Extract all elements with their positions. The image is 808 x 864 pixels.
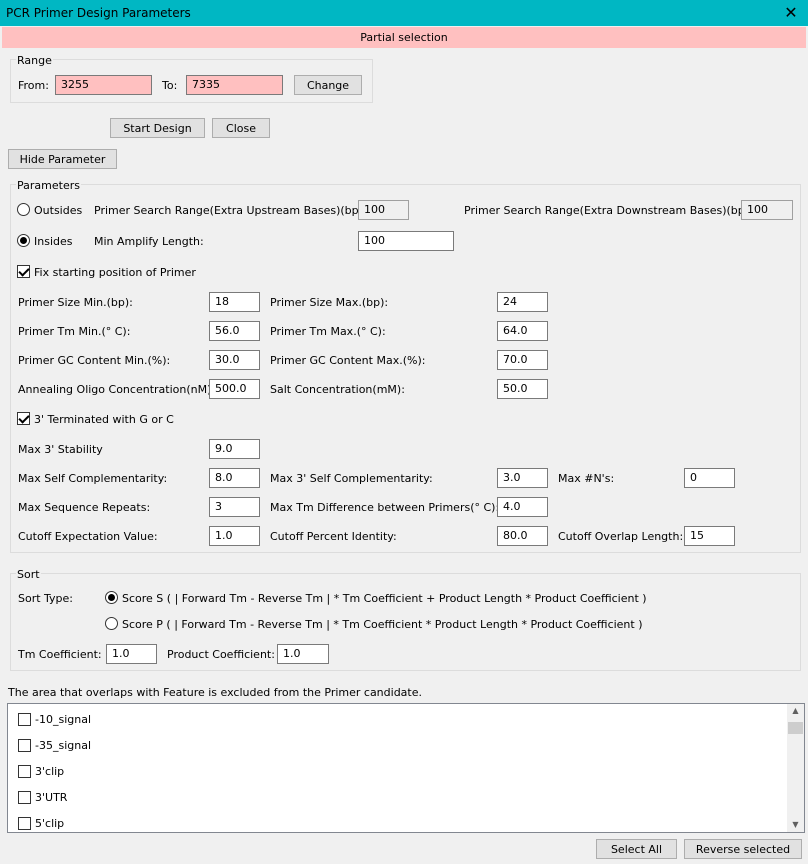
seq-repeats-label: Max Sequence Repeats: bbox=[18, 501, 151, 514]
feature-checkbox[interactable] bbox=[18, 739, 31, 752]
gc-min-input[interactable]: 30.0 bbox=[209, 350, 260, 370]
score-p-radio[interactable] bbox=[105, 617, 118, 630]
feature-checkbox[interactable] bbox=[18, 791, 31, 804]
start-design-button[interactable]: Start Design bbox=[110, 118, 205, 138]
max-n-label: Max #N's: bbox=[558, 472, 615, 485]
tm-min-input[interactable]: 56.0 bbox=[209, 321, 260, 341]
oligo-conc-label: Annealing Oligo Concentration(nM): bbox=[18, 383, 216, 396]
tm-coefficient-label: Tm Coefficient: bbox=[18, 648, 102, 661]
size-min-input[interactable]: 18 bbox=[209, 292, 260, 312]
close-icon[interactable]: ✕ bbox=[774, 0, 808, 26]
score-p-label: Score P ( | Forward Tm - Reverse Tm | * … bbox=[122, 618, 643, 631]
cutoff-pct-input[interactable]: 80.0 bbox=[497, 526, 548, 546]
oligo-conc-input[interactable]: 500.0 bbox=[209, 379, 260, 399]
change-button[interactable]: Change bbox=[294, 75, 362, 95]
feature-checkbox[interactable] bbox=[18, 713, 31, 726]
score-s-label: Score S ( | Forward Tm - Reverse Tm | * … bbox=[122, 592, 647, 605]
feature-checkbox[interactable] bbox=[18, 817, 31, 830]
self-comp-label: Max Self Complementarity: bbox=[18, 472, 168, 485]
salt-conc-label: Salt Concentration(mM): bbox=[270, 383, 405, 396]
gc-max-input[interactable]: 70.0 bbox=[497, 350, 548, 370]
to-label: To: bbox=[162, 79, 178, 92]
gc-max-label: Primer GC Content Max.(%): bbox=[270, 354, 426, 367]
salt-conc-input[interactable]: 50.0 bbox=[497, 379, 548, 399]
outsides-radio[interactable] bbox=[17, 203, 30, 216]
parameters-group-label: Parameters bbox=[16, 179, 81, 192]
sort-group-label: Sort bbox=[16, 568, 41, 581]
scroll-down-icon[interactable]: ▼ bbox=[787, 818, 804, 832]
feature-label: 5'clip bbox=[35, 817, 65, 830]
cutoff-overlap-input[interactable]: 15 bbox=[684, 526, 735, 546]
fix-start-checkbox[interactable] bbox=[17, 265, 30, 278]
cutoff-exp-label: Cutoff Expectation Value: bbox=[18, 530, 158, 543]
self-comp3-label: Max 3' Self Complementarity: bbox=[270, 472, 433, 485]
feature-list-scrollbar[interactable]: ▲ ▼ bbox=[787, 704, 804, 832]
selection-banner: Partial selection bbox=[2, 27, 806, 48]
tm-diff-label: Max Tm Difference between Primers(° C): bbox=[270, 501, 500, 514]
outsides-label: Outsides bbox=[34, 204, 83, 217]
tm-max-label: Primer Tm Max.(° C): bbox=[270, 325, 386, 338]
hide-parameter-button[interactable]: Hide Parameter bbox=[8, 149, 117, 169]
min-amplify-input[interactable]: 100 bbox=[358, 231, 454, 251]
sort-type-label: Sort Type: bbox=[18, 592, 74, 605]
feature-list[interactable]: ▲ ▼ -10_signal -35_signal 3'clip 3'UTR 5'cli… bbox=[7, 703, 805, 833]
window-title: PCR Primer Design Parameters bbox=[6, 6, 191, 20]
min-amplify-label: Min Amplify Length: bbox=[94, 235, 204, 248]
tm-diff-input[interactable]: 4.0 bbox=[497, 497, 548, 517]
insides-radio[interactable] bbox=[17, 234, 30, 247]
upstream-label: Primer Search Range(Extra Upstream Bases… bbox=[94, 204, 367, 217]
product-coefficient-input[interactable]: 1.0 bbox=[277, 644, 329, 664]
product-coefficient-label: Product Coefficient: bbox=[167, 648, 275, 661]
max-n-input[interactable]: 0 bbox=[684, 468, 735, 488]
tm-max-input[interactable]: 64.0 bbox=[497, 321, 548, 341]
title-bar: PCR Primer Design Parameters ✕ bbox=[0, 0, 808, 26]
self-comp3-input[interactable]: 3.0 bbox=[497, 468, 548, 488]
size-max-label: Primer Size Max.(bp): bbox=[270, 296, 389, 309]
from-label: From: bbox=[18, 79, 49, 92]
term-gc-label: 3' Terminated with G or C bbox=[34, 413, 174, 426]
scroll-up-icon[interactable]: ▲ bbox=[787, 704, 804, 718]
insides-label: Insides bbox=[34, 235, 73, 248]
feature-checkbox[interactable] bbox=[18, 765, 31, 778]
gc-min-label: Primer GC Content Min.(%): bbox=[18, 354, 171, 367]
seq-repeats-input[interactable]: 3 bbox=[209, 497, 260, 517]
size-max-input[interactable]: 24 bbox=[497, 292, 548, 312]
feature-note: The area that overlaps with Feature is e… bbox=[8, 686, 422, 699]
scroll-thumb[interactable] bbox=[788, 722, 803, 734]
feature-label: 3'UTR bbox=[35, 791, 68, 804]
range-group-label: Range bbox=[16, 54, 53, 67]
size-min-label: Primer Size Min.(bp): bbox=[18, 296, 133, 309]
to-input[interactable]: 7335 bbox=[186, 75, 283, 95]
cutoff-pct-label: Cutoff Percent Identity: bbox=[270, 530, 397, 543]
cutoff-exp-input[interactable]: 1.0 bbox=[209, 526, 260, 546]
reverse-selected-button[interactable]: Reverse selected bbox=[684, 839, 802, 859]
select-all-button[interactable]: Select All bbox=[596, 839, 677, 859]
downstream-input[interactable]: 100 bbox=[741, 200, 793, 220]
max3-stability-input[interactable]: 9.0 bbox=[209, 439, 260, 459]
score-s-radio[interactable] bbox=[105, 591, 118, 604]
feature-label: -35_signal bbox=[35, 739, 92, 752]
feature-label: 3'clip bbox=[35, 765, 65, 778]
fix-start-label: Fix starting position of Primer bbox=[34, 266, 196, 279]
tm-coefficient-input[interactable]: 1.0 bbox=[106, 644, 157, 664]
feature-label: -10_signal bbox=[35, 713, 92, 726]
term-gc-checkbox[interactable] bbox=[17, 412, 30, 425]
tm-min-label: Primer Tm Min.(° C): bbox=[18, 325, 131, 338]
downstream-label: Primer Search Range(Extra Downstream Bas… bbox=[464, 204, 753, 217]
cutoff-overlap-label: Cutoff Overlap Length: bbox=[558, 530, 684, 543]
max3-stability-label: Max 3' Stability bbox=[18, 443, 103, 456]
self-comp-input[interactable]: 8.0 bbox=[209, 468, 260, 488]
from-input[interactable]: 3255 bbox=[55, 75, 152, 95]
upstream-input[interactable]: 100 bbox=[358, 200, 409, 220]
close-button[interactable]: Close bbox=[212, 118, 270, 138]
